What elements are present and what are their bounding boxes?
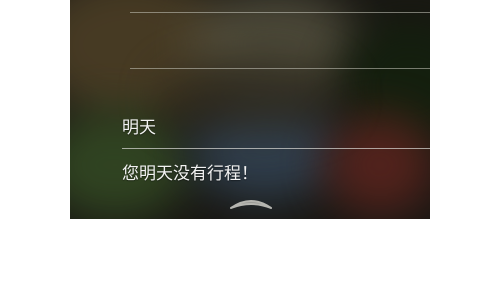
- grabber-handle-icon[interactable]: [228, 196, 274, 212]
- assistant-screen: 明天 您明天没有行程！: [70, 0, 430, 219]
- assistant-reply-text: 您明天没有行程！: [122, 164, 258, 184]
- empty-row-divider: [130, 68, 430, 69]
- user-query-text: 明天: [122, 118, 156, 138]
- background-shade: [70, 0, 430, 219]
- empty-row-divider: [130, 12, 430, 13]
- query-divider: [122, 148, 430, 149]
